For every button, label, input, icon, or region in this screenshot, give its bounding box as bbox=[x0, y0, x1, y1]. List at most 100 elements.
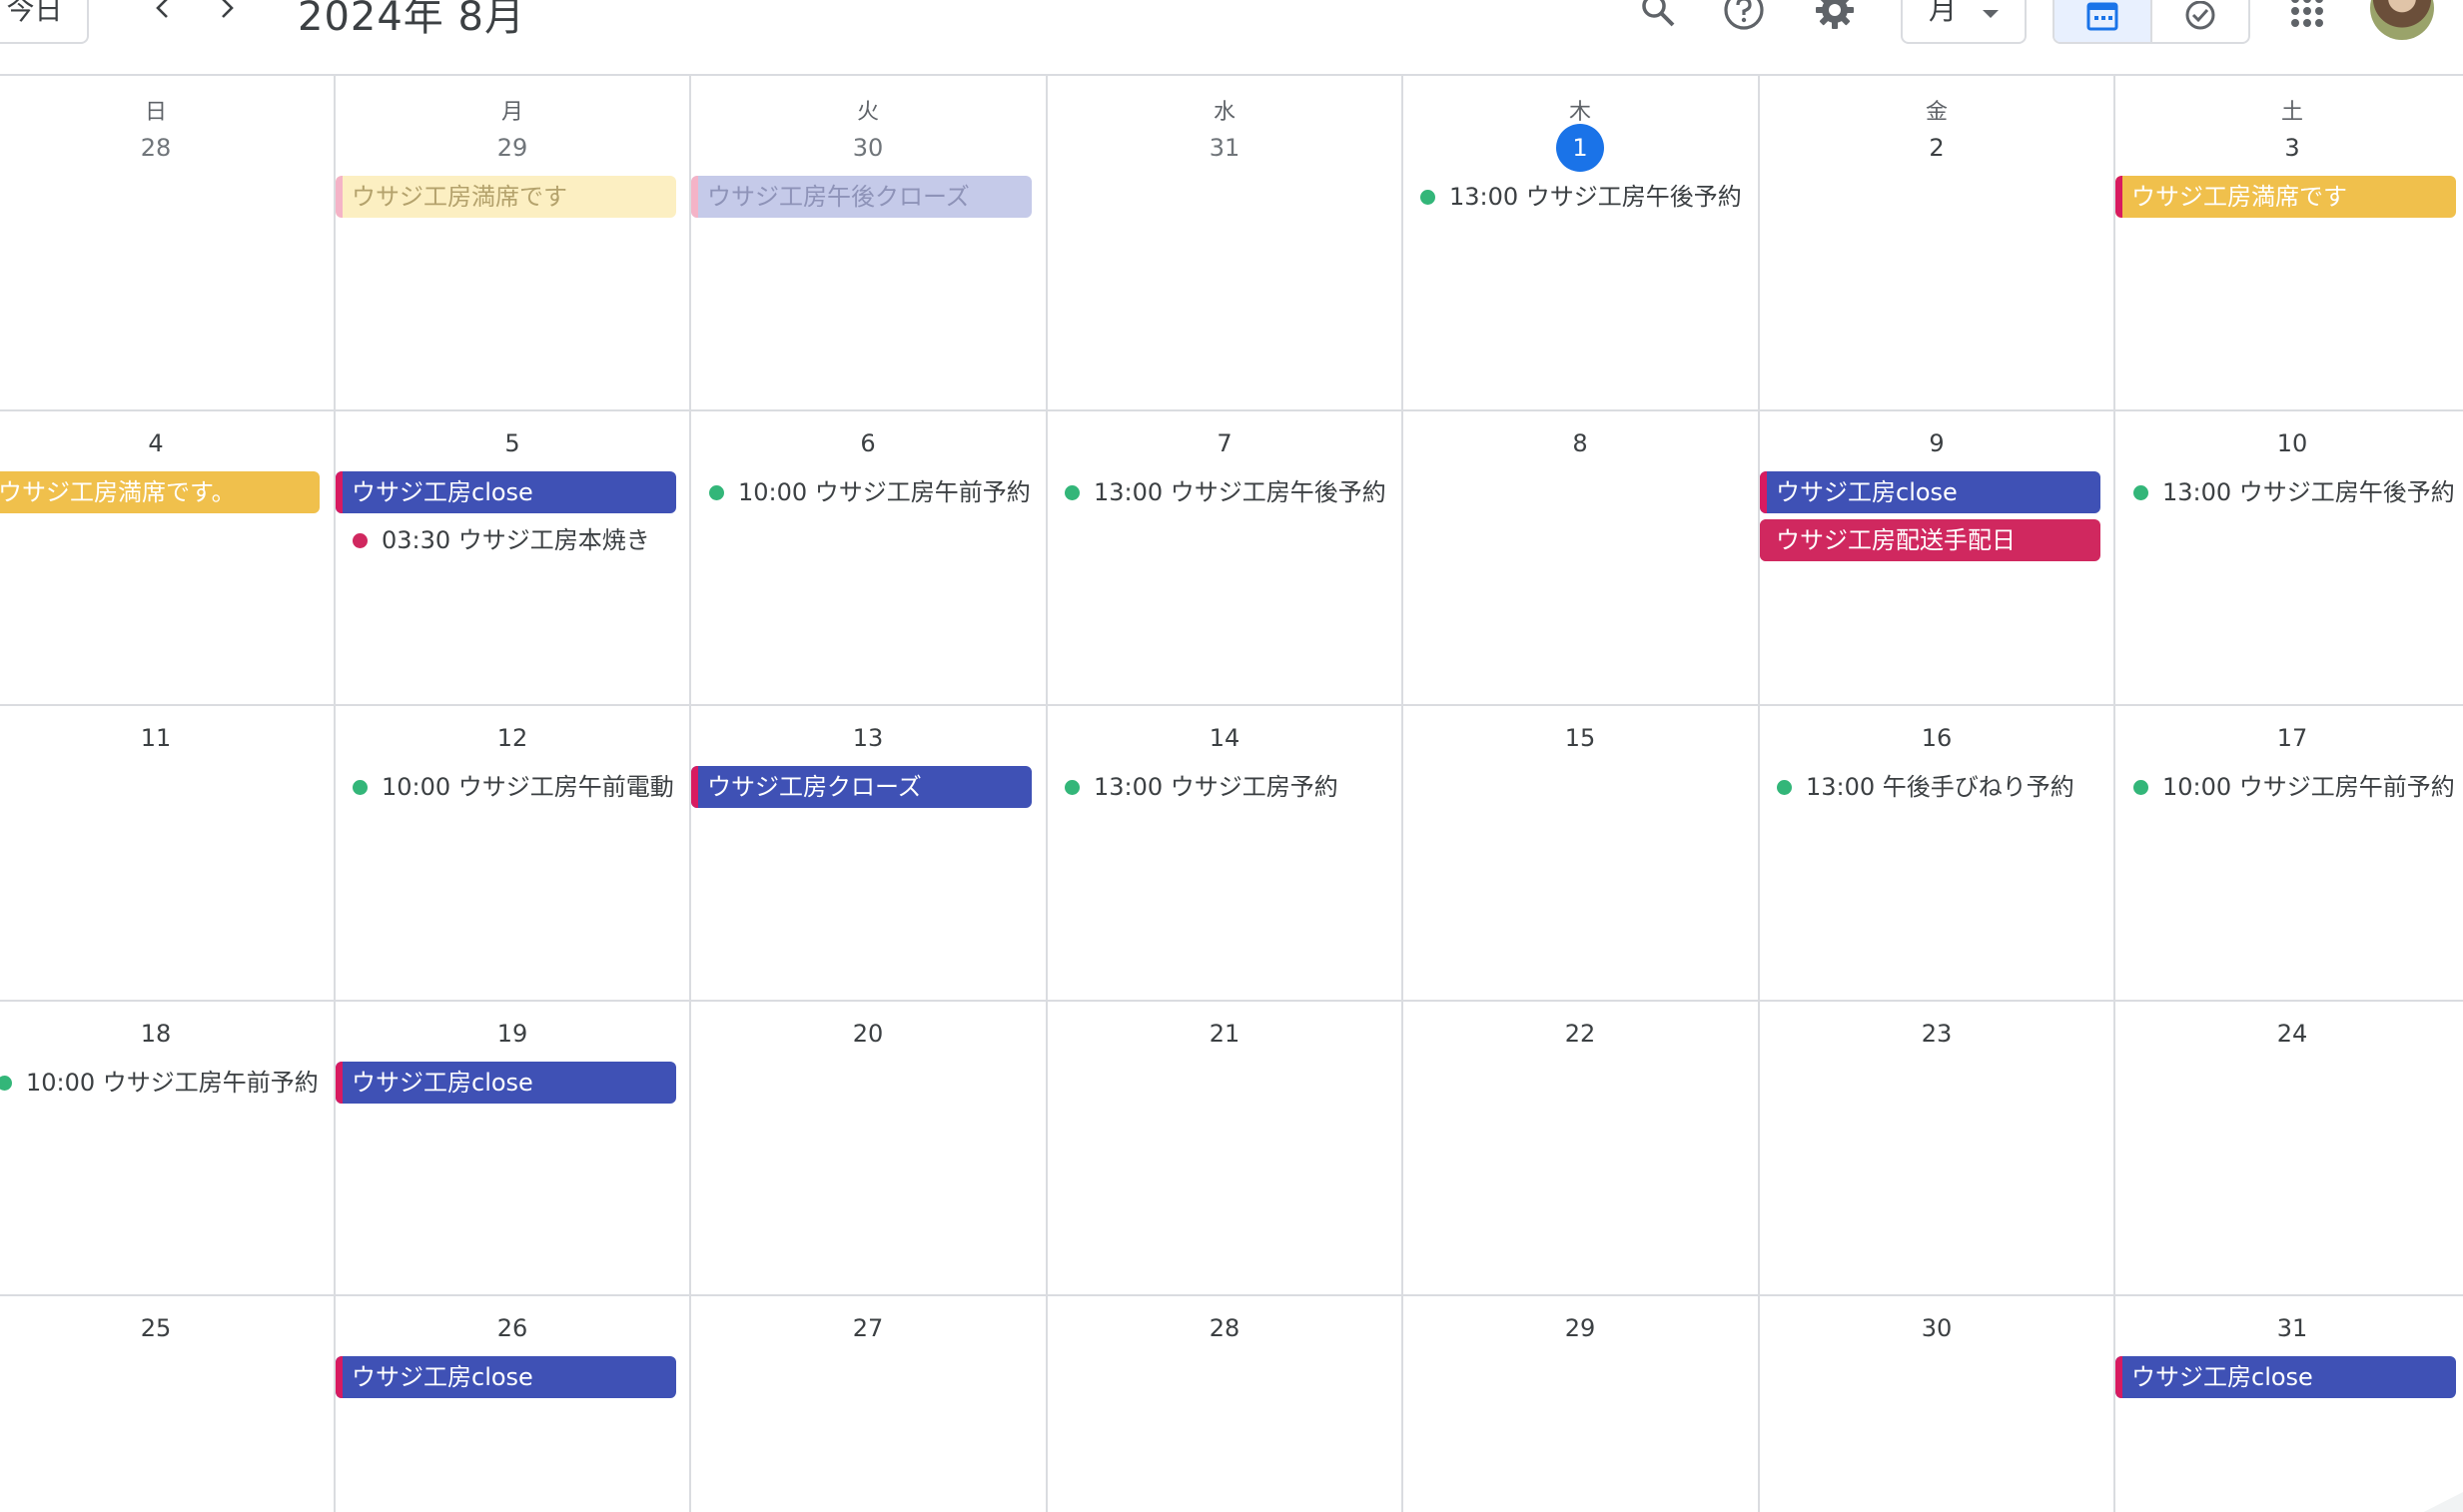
day-number[interactable]: 19 bbox=[335, 1018, 690, 1050]
day-number[interactable]: 30 bbox=[1759, 1312, 2114, 1344]
day-number[interactable]: 30 bbox=[690, 132, 1046, 164]
timed-event[interactable]: 10:00 ウサジ工房午前電動 bbox=[353, 767, 674, 807]
event-chip[interactable]: ウサジ工房close bbox=[2115, 1356, 2456, 1398]
timed-event[interactable]: 13:00 ウサジ工房午後予約 bbox=[2133, 472, 2455, 512]
day-number[interactable]: 15 bbox=[1402, 722, 1758, 754]
event-chip[interactable]: ウサジ工房close bbox=[336, 1356, 676, 1398]
day-number[interactable]: 28 bbox=[0, 132, 334, 164]
next-month-button[interactable] bbox=[205, 0, 249, 30]
weekday-sat: 土 bbox=[2280, 100, 2303, 125]
calendar-view-toggle[interactable] bbox=[2054, 0, 2152, 42]
event-dot-icon bbox=[2133, 779, 2148, 795]
day-number[interactable]: 2 bbox=[1759, 132, 2114, 164]
day-number[interactable]: 31 bbox=[1047, 132, 1402, 164]
event-dot-icon bbox=[1777, 779, 1792, 795]
day-number[interactable]: 14 bbox=[1047, 722, 1402, 754]
timed-event-label: 10:00 ウサジ工房午前予約 bbox=[26, 1069, 319, 1097]
timed-event[interactable]: 13:00 ウサジ工房予約 bbox=[1065, 767, 1338, 807]
day-number[interactable]: 9 bbox=[1759, 427, 2114, 459]
top-bar: 今日 2024年 8月 月 bbox=[0, 0, 2463, 74]
settings-button[interactable] bbox=[1809, 0, 1861, 36]
event-dot-icon bbox=[353, 532, 368, 548]
day-number[interactable]: 5 bbox=[335, 427, 690, 459]
avatar[interactable] bbox=[2370, 0, 2434, 40]
day-number[interactable]: 29 bbox=[335, 132, 690, 164]
timed-event[interactable]: 13:00 ウサジ工房午後予約 bbox=[1420, 177, 1742, 217]
day-number[interactable]: 21 bbox=[1047, 1018, 1402, 1050]
chevron-right-icon bbox=[222, 0, 234, 18]
today-day-number[interactable]: 1 bbox=[1556, 124, 1604, 172]
event-dot-icon bbox=[0, 1075, 12, 1091]
gear-icon bbox=[1816, 0, 1854, 29]
grid-line bbox=[0, 704, 2463, 706]
apps-button[interactable] bbox=[2287, 0, 2327, 34]
timed-event-label: 10:00 ウサジ工房午前予約 bbox=[2162, 773, 2455, 801]
event-dot-icon bbox=[1065, 779, 1080, 795]
day-number[interactable]: 12 bbox=[335, 722, 690, 754]
day-number[interactable]: 16 bbox=[1759, 722, 2114, 754]
timed-event[interactable]: 03:30 ウサジ工房本焼き bbox=[353, 520, 650, 560]
day-number[interactable]: 20 bbox=[690, 1018, 1046, 1050]
event-chip[interactable]: ウサジ工房close bbox=[336, 471, 676, 513]
timed-event-label: 13:00 ウサジ工房予約 bbox=[1094, 773, 1338, 801]
calendar-icon bbox=[2086, 2, 2118, 31]
weekday-wed: 水 bbox=[1213, 100, 1235, 125]
page-curl-decoration bbox=[2423, 1492, 2463, 1512]
event-dot-icon bbox=[353, 779, 368, 795]
day-number[interactable]: 6 bbox=[690, 427, 1046, 459]
event-chip[interactable]: ウサジ工房close bbox=[336, 1062, 676, 1104]
day-number[interactable]: 17 bbox=[2114, 722, 2463, 754]
timed-event[interactable]: 10:00 ウサジ工房午前予約 bbox=[709, 472, 1031, 512]
weekday-sun: 日 bbox=[144, 100, 167, 125]
day-number[interactable]: 3 bbox=[2114, 132, 2463, 164]
view-selector[interactable]: 月 bbox=[1901, 0, 2027, 44]
event-chip[interactable]: ウサジ工房満席です。 bbox=[0, 471, 320, 513]
timed-event-label: 10:00 ウサジ工房午前予約 bbox=[738, 478, 1031, 506]
day-number[interactable]: 26 bbox=[335, 1312, 690, 1344]
search-button[interactable] bbox=[1632, 0, 1684, 36]
event-chip[interactable]: ウサジ工房配送手配日 bbox=[1760, 519, 2100, 561]
timed-event[interactable]: 10:00 ウサジ工房午前予約 bbox=[2133, 767, 2455, 807]
grid-line bbox=[1046, 74, 1048, 1512]
day-number[interactable]: 4 bbox=[0, 427, 334, 459]
grid-line bbox=[1401, 74, 1403, 1512]
day-number[interactable]: 25 bbox=[0, 1312, 334, 1344]
day-number[interactable]: 10 bbox=[2114, 427, 2463, 459]
event-chip[interactable]: ウサジ工房close bbox=[1760, 471, 2100, 513]
day-number[interactable]: 11 bbox=[0, 722, 334, 754]
event-chip[interactable]: ウサジ工房午後クローズ bbox=[691, 176, 1032, 218]
tasks-view-toggle[interactable] bbox=[2152, 0, 2248, 42]
day-number[interactable]: 13 bbox=[690, 722, 1046, 754]
weekday-fri: 金 bbox=[1925, 100, 1948, 125]
help-button[interactable] bbox=[1718, 0, 1770, 36]
grid-line bbox=[0, 74, 2463, 76]
timed-event[interactable]: 13:00 午後手びねり予約 bbox=[1777, 767, 2074, 807]
timed-event-label: 03:30 ウサジ工房本焼き bbox=[382, 526, 650, 554]
timed-event[interactable]: 13:00 ウサジ工房午後予約 bbox=[1065, 472, 1386, 512]
day-number[interactable]: 29 bbox=[1402, 1312, 1758, 1344]
timed-event-label: 13:00 ウサジ工房午後予約 bbox=[1094, 478, 1386, 506]
day-number[interactable]: 31 bbox=[2114, 1312, 2463, 1344]
today-button[interactable]: 今日 bbox=[0, 0, 89, 44]
timed-event[interactable]: 10:00 ウサジ工房午前予約 bbox=[0, 1063, 319, 1103]
day-number[interactable]: 18 bbox=[0, 1018, 334, 1050]
day-number[interactable]: 23 bbox=[1759, 1018, 2114, 1050]
event-chip[interactable]: ウサジ工房満席です bbox=[2115, 176, 2456, 218]
day-number[interactable]: 8 bbox=[1402, 427, 1758, 459]
event-chip[interactable]: ウサジ工房満席です bbox=[336, 176, 676, 218]
prev-month-button[interactable] bbox=[141, 0, 185, 30]
grid-line bbox=[2113, 74, 2115, 1512]
timed-event-label: 13:00 ウサジ工房午後予約 bbox=[1449, 183, 1742, 211]
event-dot-icon bbox=[2133, 484, 2148, 500]
day-number[interactable]: 22 bbox=[1402, 1018, 1758, 1050]
event-dot-icon bbox=[709, 484, 724, 500]
grid-line bbox=[0, 409, 2463, 411]
weekday-thu: 木 bbox=[1568, 100, 1591, 125]
event-chip[interactable]: ウサジ工房クローズ bbox=[691, 766, 1032, 808]
grid-line bbox=[0, 1294, 2463, 1296]
grid-line bbox=[1758, 74, 1760, 1512]
day-number[interactable]: 28 bbox=[1047, 1312, 1402, 1344]
day-number[interactable]: 27 bbox=[690, 1312, 1046, 1344]
day-number[interactable]: 24 bbox=[2114, 1018, 2463, 1050]
day-number[interactable]: 7 bbox=[1047, 427, 1402, 459]
